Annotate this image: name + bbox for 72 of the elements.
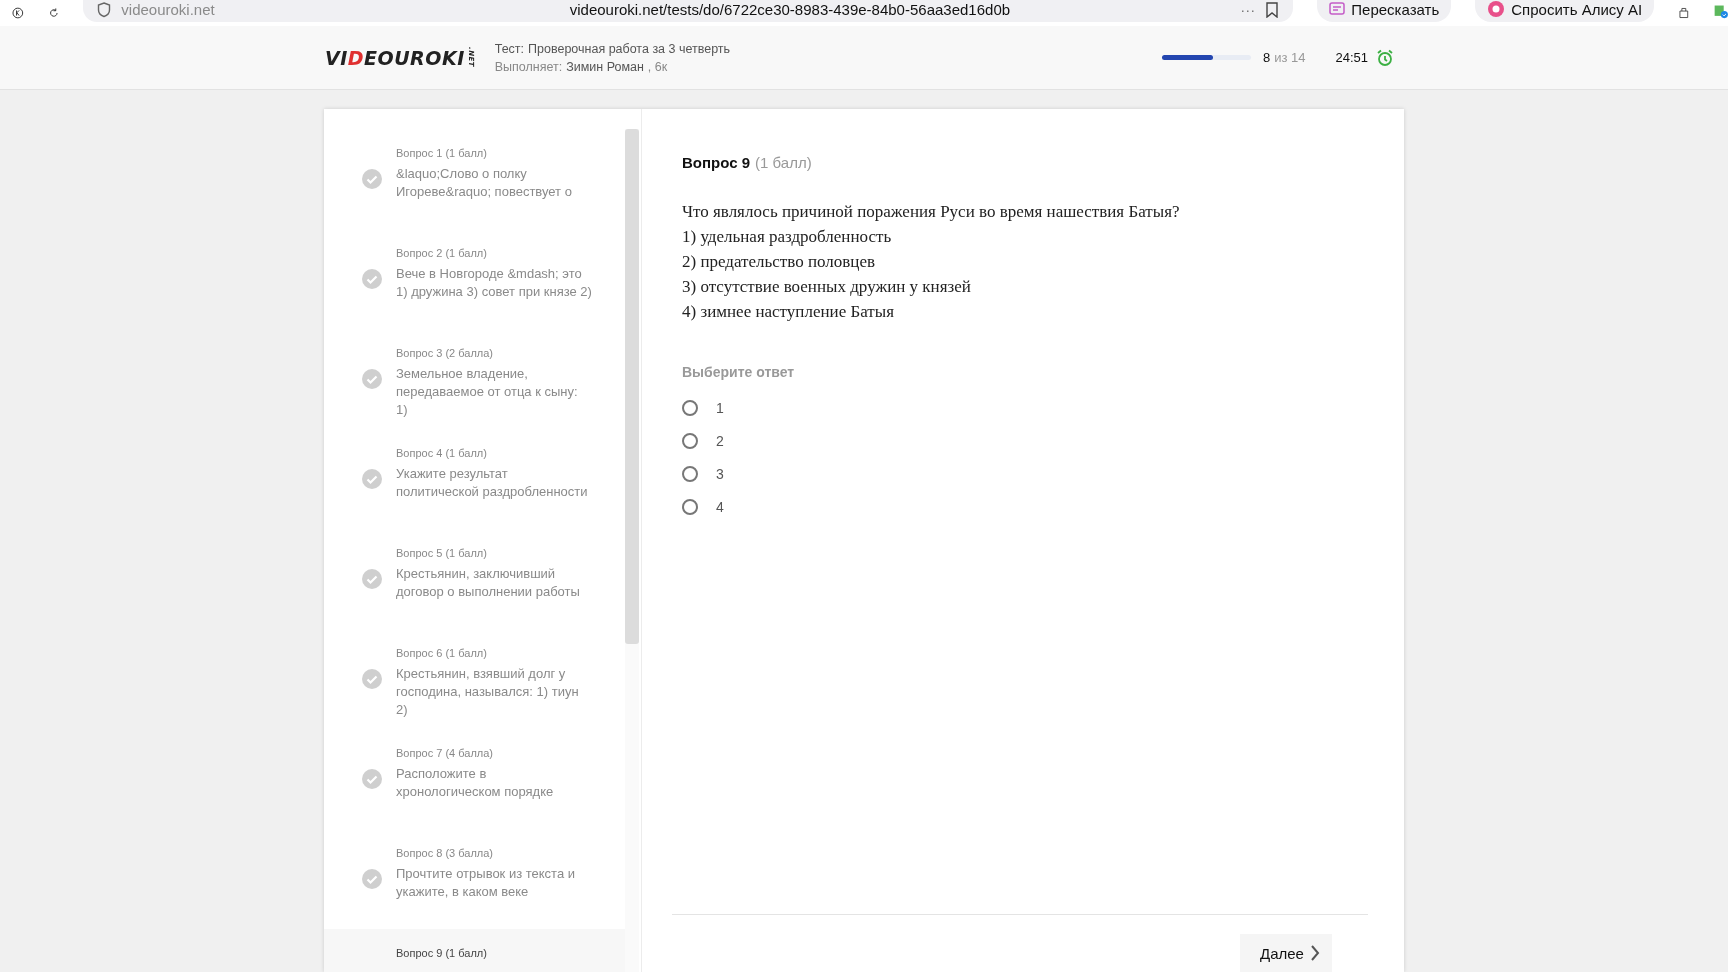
check-icon [362, 769, 382, 789]
option-label[interactable]: 3 [716, 466, 724, 482]
option-label[interactable]: 2 [716, 433, 724, 449]
radio-button[interactable] [682, 433, 698, 449]
check-icon [362, 569, 382, 589]
question-title: Вопрос 9 [682, 154, 751, 171]
page-url: videouroki.net/tests/do/6722ce30-8983-439e-84b0-56aa3ed16d0b [569, 1, 1012, 18]
ask-assistant-button[interactable]: Спросить Алису AI [1475, 0, 1655, 22]
question-nav-item[interactable]: Вопрос 1 (1 балл) &laquo;Слово о полку Игореве&raquo; повествует о [324, 129, 625, 229]
check-icon [362, 369, 382, 389]
retell-button[interactable]: Пересказать [1317, 0, 1452, 22]
question-nav-item[interactable]: Вопрос 9 (1 балл) [324, 929, 625, 972]
radio-button[interactable] [682, 466, 698, 482]
assistant-icon [1487, 0, 1506, 18]
question-number: Вопрос 2 (1 балл) [396, 247, 488, 259]
progress-current: 8 [1262, 50, 1271, 65]
chat-icon [1329, 2, 1346, 18]
question-number: Вопрос 1 (1 балл) [396, 147, 488, 159]
question-excerpt: Расположите в хронологическом порядке [396, 765, 555, 801]
performer-name: Зимин Роман [566, 59, 644, 74]
check-icon [362, 469, 382, 489]
question-nav-item[interactable]: Вопрос 3 (2 балла) Земельное владение, передаваемое от отца к сыну: 1) [324, 329, 625, 429]
site-label: videouroki.net [121, 1, 215, 18]
question-nav-item[interactable]: Вопрос 5 (1 балл) Крестьянин, заключивший договор о выполнении работы [324, 529, 625, 629]
question-excerpt: Вече в Новгороде &mdash; это 1) дружина 3) совет при князе 2) [396, 265, 592, 301]
scrollbar-thumb[interactable] [625, 129, 639, 644]
alarm-clock-icon [1376, 48, 1394, 67]
question-text-line: 1) удельная раздробленность [682, 226, 893, 248]
check-icon [362, 869, 382, 889]
question-number: Вопрос 8 (3 балла) [396, 847, 494, 859]
option-label[interactable]: 4 [716, 499, 724, 515]
question-excerpt: Земельное владение, передаваемое от отца к сыну: 1) [396, 365, 579, 419]
question-number: Вопрос 4 (1 балл) [396, 447, 488, 459]
test-label: Тест: [494, 41, 525, 56]
question-text-line: 2) предательство половцев [682, 251, 876, 273]
question-nav-item[interactable]: Вопрос 7 (4 балла) Расположите в хронологическом порядке [324, 729, 625, 829]
question-number: Вопрос 9 (1 балл) [396, 947, 488, 959]
timer: 24:51 [1335, 50, 1368, 65]
question-points: (1 балл) [755, 154, 812, 171]
progress-total: из 14 [1274, 50, 1306, 65]
performer-label: Выполняет: [494, 59, 563, 74]
check-icon [362, 669, 382, 689]
question-text-line: 3) отсутствие военных дружин у князей [682, 276, 972, 298]
question-nav-item[interactable]: Вопрос 6 (1 балл) Крестьянин, взявший долг у господина, назывался: 1) тиун 2) [324, 629, 625, 729]
question-excerpt: Укажите результат политической раздробленности [396, 465, 589, 501]
question-number: Вопрос 5 (1 балл) [396, 547, 488, 559]
answer-prompt: Выберите ответ [681, 364, 796, 380]
check-icon [362, 169, 382, 189]
question-excerpt: Крестьянин, взявший долг у господина, назывался: 1) тиун 2) [396, 665, 580, 719]
question-excerpt: Прочтите отрывок из текста и укажите, в каком веке [396, 865, 577, 901]
question-number: Вопрос 3 (2 балла) [396, 347, 494, 359]
question-number: Вопрос 7 (4 балла) [396, 747, 494, 759]
address-bar[interactable]: videouroki.net videouroki.net/tests/do/6722ce30-8983-439e-84b0-56aa3ed16d0b ··· [83, 0, 1294, 22]
more-button[interactable]: ··· [1240, 1, 1256, 18]
question-excerpt: &laquo;Слово о полку Игореве&raquo; повествует о [396, 165, 573, 201]
question-nav-item[interactable]: Вопрос 2 (1 балл) Вече в Новгороде &mdash; это 1) дружина 3) совет при князе 2) [324, 229, 625, 329]
question-text-line: Что являлось причиной поражения Руси во время нашествия Батыя? [682, 201, 1181, 223]
option-label[interactable]: 1 [716, 400, 724, 416]
check-icon [362, 269, 382, 289]
bookmark-icon[interactable] [1265, 2, 1280, 18]
question-number: Вопрос 6 (1 балл) [396, 647, 488, 659]
next-button[interactable]: Далее [1240, 934, 1332, 972]
question-text-line: 4) зимнее наступление Батыя [682, 301, 895, 323]
question-excerpt: Крестьянин, заключивший договор о выполнении работы [396, 565, 581, 601]
test-name: Проверочная работа за 3 четверть [528, 41, 731, 56]
class-label: , 6к [647, 59, 668, 74]
radio-button[interactable] [682, 499, 698, 515]
shield-icon [97, 2, 112, 18]
radio-button[interactable] [682, 400, 698, 416]
chevron-right-icon [1309, 945, 1320, 961]
question-nav-item[interactable]: Вопрос 4 (1 балл) Укажите результат политической раздробленности [324, 429, 625, 529]
question-nav-item[interactable]: Вопрос 8 (3 балла) Прочтите отрывок из текста и укажите, в каком веке [324, 829, 625, 929]
